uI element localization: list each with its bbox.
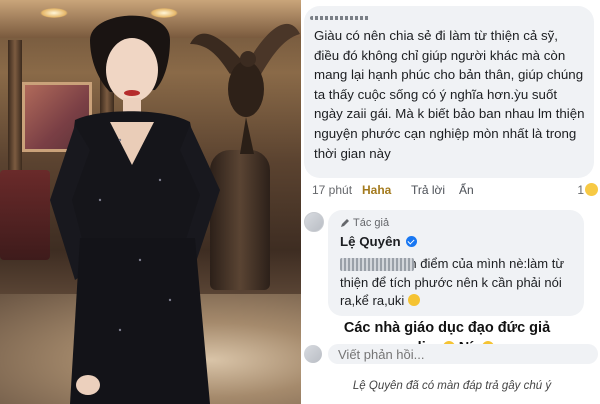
comment-time: 17 phút <box>312 183 353 197</box>
author-name[interactable]: Lệ Quyên <box>340 234 401 249</box>
comment-bubble: Giàu có nên chia sẻ đi làm từ thiện cả s… <box>304 6 594 178</box>
woman-figure <box>50 15 220 404</box>
author-reply-bubble: Tác giả Lệ Quyên Biết tôn quan điểm của … <box>328 210 584 316</box>
verified-badge-icon <box>405 236 417 247</box>
avatar[interactable] <box>304 212 324 232</box>
reaction-count: 1 <box>577 183 584 197</box>
reply-composer <box>304 344 600 364</box>
reply-button[interactable]: Trả lời <box>411 183 459 197</box>
overlay-line-1: Các nhà giáo dục đạo đức giả <box>343 320 551 336</box>
avatar <box>304 345 322 363</box>
author-badge: Tác giả <box>340 216 574 230</box>
smile-emoji-icon <box>407 294 420 306</box>
comment-thread: Giàu có nên chia sẻ đi làm từ thiện cả s… <box>304 0 600 404</box>
hide-button[interactable]: Ẩn <box>459 183 474 197</box>
image-caption: Lệ Quyên đã có màn đáp trả gây chú ý <box>352 380 552 392</box>
haha-reaction-button[interactable]: Haha <box>362 183 411 197</box>
author-name-row: Lệ Quyên <box>340 233 574 250</box>
pen-icon <box>341 219 349 227</box>
reply-text-block: Biết tôn quan điểm của mình nè:làm từ th… <box>340 255 574 311</box>
comment-actions: 17 phút Haha Trả lời Ẩn 1 <box>312 182 598 198</box>
reply-input[interactable] <box>328 344 598 364</box>
comment-text: Giàu có nên chia sẻ đi làm từ thiện cả s… <box>314 28 585 161</box>
redacted-username <box>310 16 370 20</box>
haha-emoji-icon <box>585 183 598 196</box>
author-badge-label: Tác giả <box>353 217 390 229</box>
redacted-text <box>340 258 414 271</box>
celebrity-photo <box>0 0 301 404</box>
